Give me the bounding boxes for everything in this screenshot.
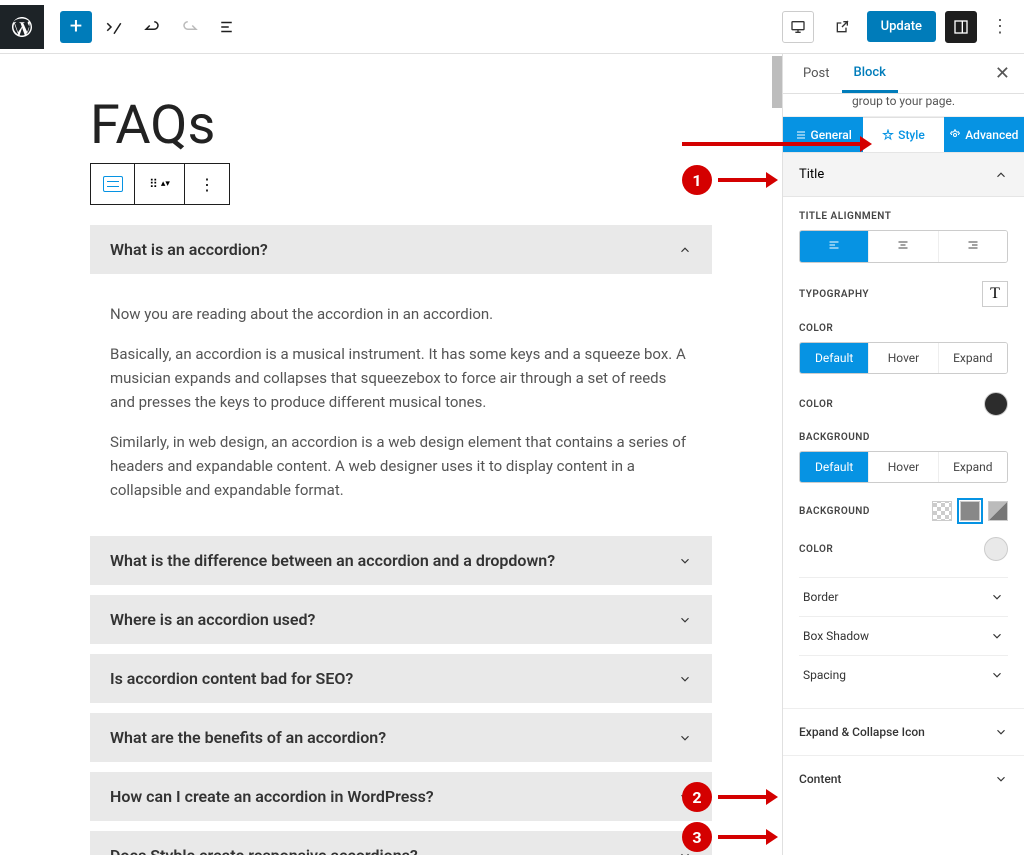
accordion-item[interactable]: Does Styble create responsive accordions… xyxy=(90,831,712,855)
annotation-badge-1: 1 xyxy=(682,165,712,195)
accordion-label: How can I create an accordion in WordPre… xyxy=(110,787,434,806)
block-type-icon[interactable] xyxy=(91,164,135,204)
block-toolbar: ⠿ ▴▾ ⋮ xyxy=(90,163,230,205)
bg-none[interactable] xyxy=(932,501,952,521)
category-tabs: General Style Advanced xyxy=(783,116,1024,152)
background-section-label: BACKGROUND xyxy=(799,432,1008,443)
bg-color-swatch[interactable] xyxy=(984,537,1008,561)
state-default[interactable]: Default xyxy=(800,343,869,373)
undo-icon[interactable] xyxy=(136,11,168,43)
bg-state-expand[interactable]: Expand xyxy=(939,452,1007,482)
accordion-item[interactable]: How can I create an accordion in WordPre… xyxy=(90,772,712,821)
accordion-item[interactable]: Where is an accordion used? xyxy=(90,595,712,644)
color-state-group: Default Hover Expand xyxy=(799,342,1008,374)
chevron-down-icon xyxy=(994,772,1008,786)
add-block-button[interactable]: + xyxy=(60,11,92,43)
align-center[interactable] xyxy=(869,231,938,262)
align-left[interactable] xyxy=(800,231,869,262)
title-panel-body: TITLE ALIGNMENT TYPOGRAPHY T COLOR Defau… xyxy=(783,197,1024,708)
more-options-icon[interactable]: ⋮ xyxy=(986,11,1014,43)
border-row[interactable]: Border xyxy=(799,577,1008,616)
update-button[interactable]: Update xyxy=(867,11,936,42)
cat-advanced[interactable]: Advanced xyxy=(944,117,1024,152)
bg-gradient[interactable] xyxy=(988,501,1008,521)
title-alignment-label: TITLE ALIGNMENT xyxy=(799,211,1008,222)
settings-sidebar: Post Block ✕ group to your page. General… xyxy=(782,54,1024,855)
sidebar-tabs: Post Block ✕ xyxy=(783,54,1024,94)
annotation-badge-3: 3 xyxy=(682,822,712,852)
bg-state-hover[interactable]: Hover xyxy=(869,452,938,482)
expand-collapse-panel[interactable]: Expand & Collapse Icon xyxy=(783,708,1024,755)
chevron-down-icon xyxy=(990,590,1004,604)
annotation-arrow-style xyxy=(682,142,862,146)
outline-icon[interactable] xyxy=(212,11,244,43)
cat-style[interactable]: Style xyxy=(863,117,943,152)
alignment-group xyxy=(799,230,1008,263)
spacing-row[interactable]: Spacing xyxy=(799,655,1008,694)
edit-mode-icon[interactable] xyxy=(98,11,130,43)
chevron-up-icon[interactable] xyxy=(678,243,692,257)
chevron-up-icon xyxy=(994,168,1008,182)
external-link-icon[interactable] xyxy=(826,11,858,43)
close-icon[interactable]: ✕ xyxy=(989,63,1016,84)
title-panel-header[interactable]: Title xyxy=(783,152,1024,197)
content-panel[interactable]: Content xyxy=(783,755,1024,802)
bg-state-default[interactable]: Default xyxy=(800,452,869,482)
chevron-down-icon xyxy=(990,668,1004,682)
cat-general[interactable]: General xyxy=(783,117,863,152)
accordion-label: What is an accordion? xyxy=(110,240,268,259)
bg-solid[interactable] xyxy=(960,501,980,521)
accordion-item[interactable]: What is the difference between an accord… xyxy=(90,536,712,585)
accordion-block[interactable]: What is an accordion? Now you are readin… xyxy=(90,225,712,855)
view-desktop-icon[interactable] xyxy=(782,11,814,43)
chevron-down-icon[interactable] xyxy=(678,731,692,745)
accordion-content: Now you are reading about the accordion … xyxy=(90,284,712,526)
accordion-label: Where is an accordion used? xyxy=(110,610,315,629)
accordion-label: What are the benefits of an accordion? xyxy=(110,728,386,747)
typography-button[interactable]: T xyxy=(982,281,1008,307)
redo-icon[interactable] xyxy=(174,11,206,43)
accordion-label: Is accordion content bad for SEO? xyxy=(110,669,353,688)
bg-color-label: COLOR xyxy=(799,544,833,555)
settings-panel-toggle[interactable] xyxy=(945,11,977,43)
wordpress-logo[interactable] xyxy=(0,5,44,49)
typography-label: TYPOGRAPHY xyxy=(799,289,869,300)
annotation-arrow-2 xyxy=(718,795,768,799)
chevron-down-icon[interactable] xyxy=(678,672,692,686)
block-more-icon[interactable]: ⋮ xyxy=(185,164,229,204)
top-toolbar: + Update ⋮ xyxy=(0,0,1024,54)
box-shadow-row[interactable]: Box Shadow xyxy=(799,616,1008,655)
accordion-item-open[interactable]: What is an accordion? xyxy=(90,225,712,274)
text-color-swatch[interactable] xyxy=(984,392,1008,416)
chevron-down-icon xyxy=(994,725,1008,739)
annotation-arrow-3 xyxy=(718,835,768,839)
align-right[interactable] xyxy=(939,231,1007,262)
accordion-item[interactable]: What are the benefits of an accordion? xyxy=(90,713,712,762)
background-type-label: BACKGROUND xyxy=(799,506,870,517)
background-type-picker xyxy=(932,501,1008,521)
state-expand[interactable]: Expand xyxy=(939,343,1007,373)
color-section-label: COLOR xyxy=(799,323,1008,334)
editor-canvas: FAQs ⠿ ▴▾ ⋮ What is an accordion? Now yo… xyxy=(0,54,782,855)
chevron-down-icon xyxy=(990,629,1004,643)
accordion-label: Does Styble create responsive accordions… xyxy=(110,846,418,855)
state-hover[interactable]: Hover xyxy=(869,343,938,373)
page-title[interactable]: FAQs xyxy=(90,94,712,157)
accordion-item[interactable]: Is accordion content bad for SEO? xyxy=(90,654,712,703)
drag-move-icon[interactable]: ⠿ ▴▾ xyxy=(135,164,185,204)
tab-post[interactable]: Post xyxy=(791,56,842,91)
tab-block[interactable]: Block xyxy=(842,55,898,93)
accordion-label: What is the difference between an accord… xyxy=(110,551,555,570)
annotation-badge-2: 2 xyxy=(682,782,712,812)
chevron-down-icon[interactable] xyxy=(678,613,692,627)
annotation-arrow-1 xyxy=(718,178,768,182)
chevron-down-icon[interactable] xyxy=(678,554,692,568)
block-description: group to your page. xyxy=(783,94,1024,116)
bg-state-group: Default Hover Expand xyxy=(799,451,1008,483)
text-color-label: COLOR xyxy=(799,399,833,410)
